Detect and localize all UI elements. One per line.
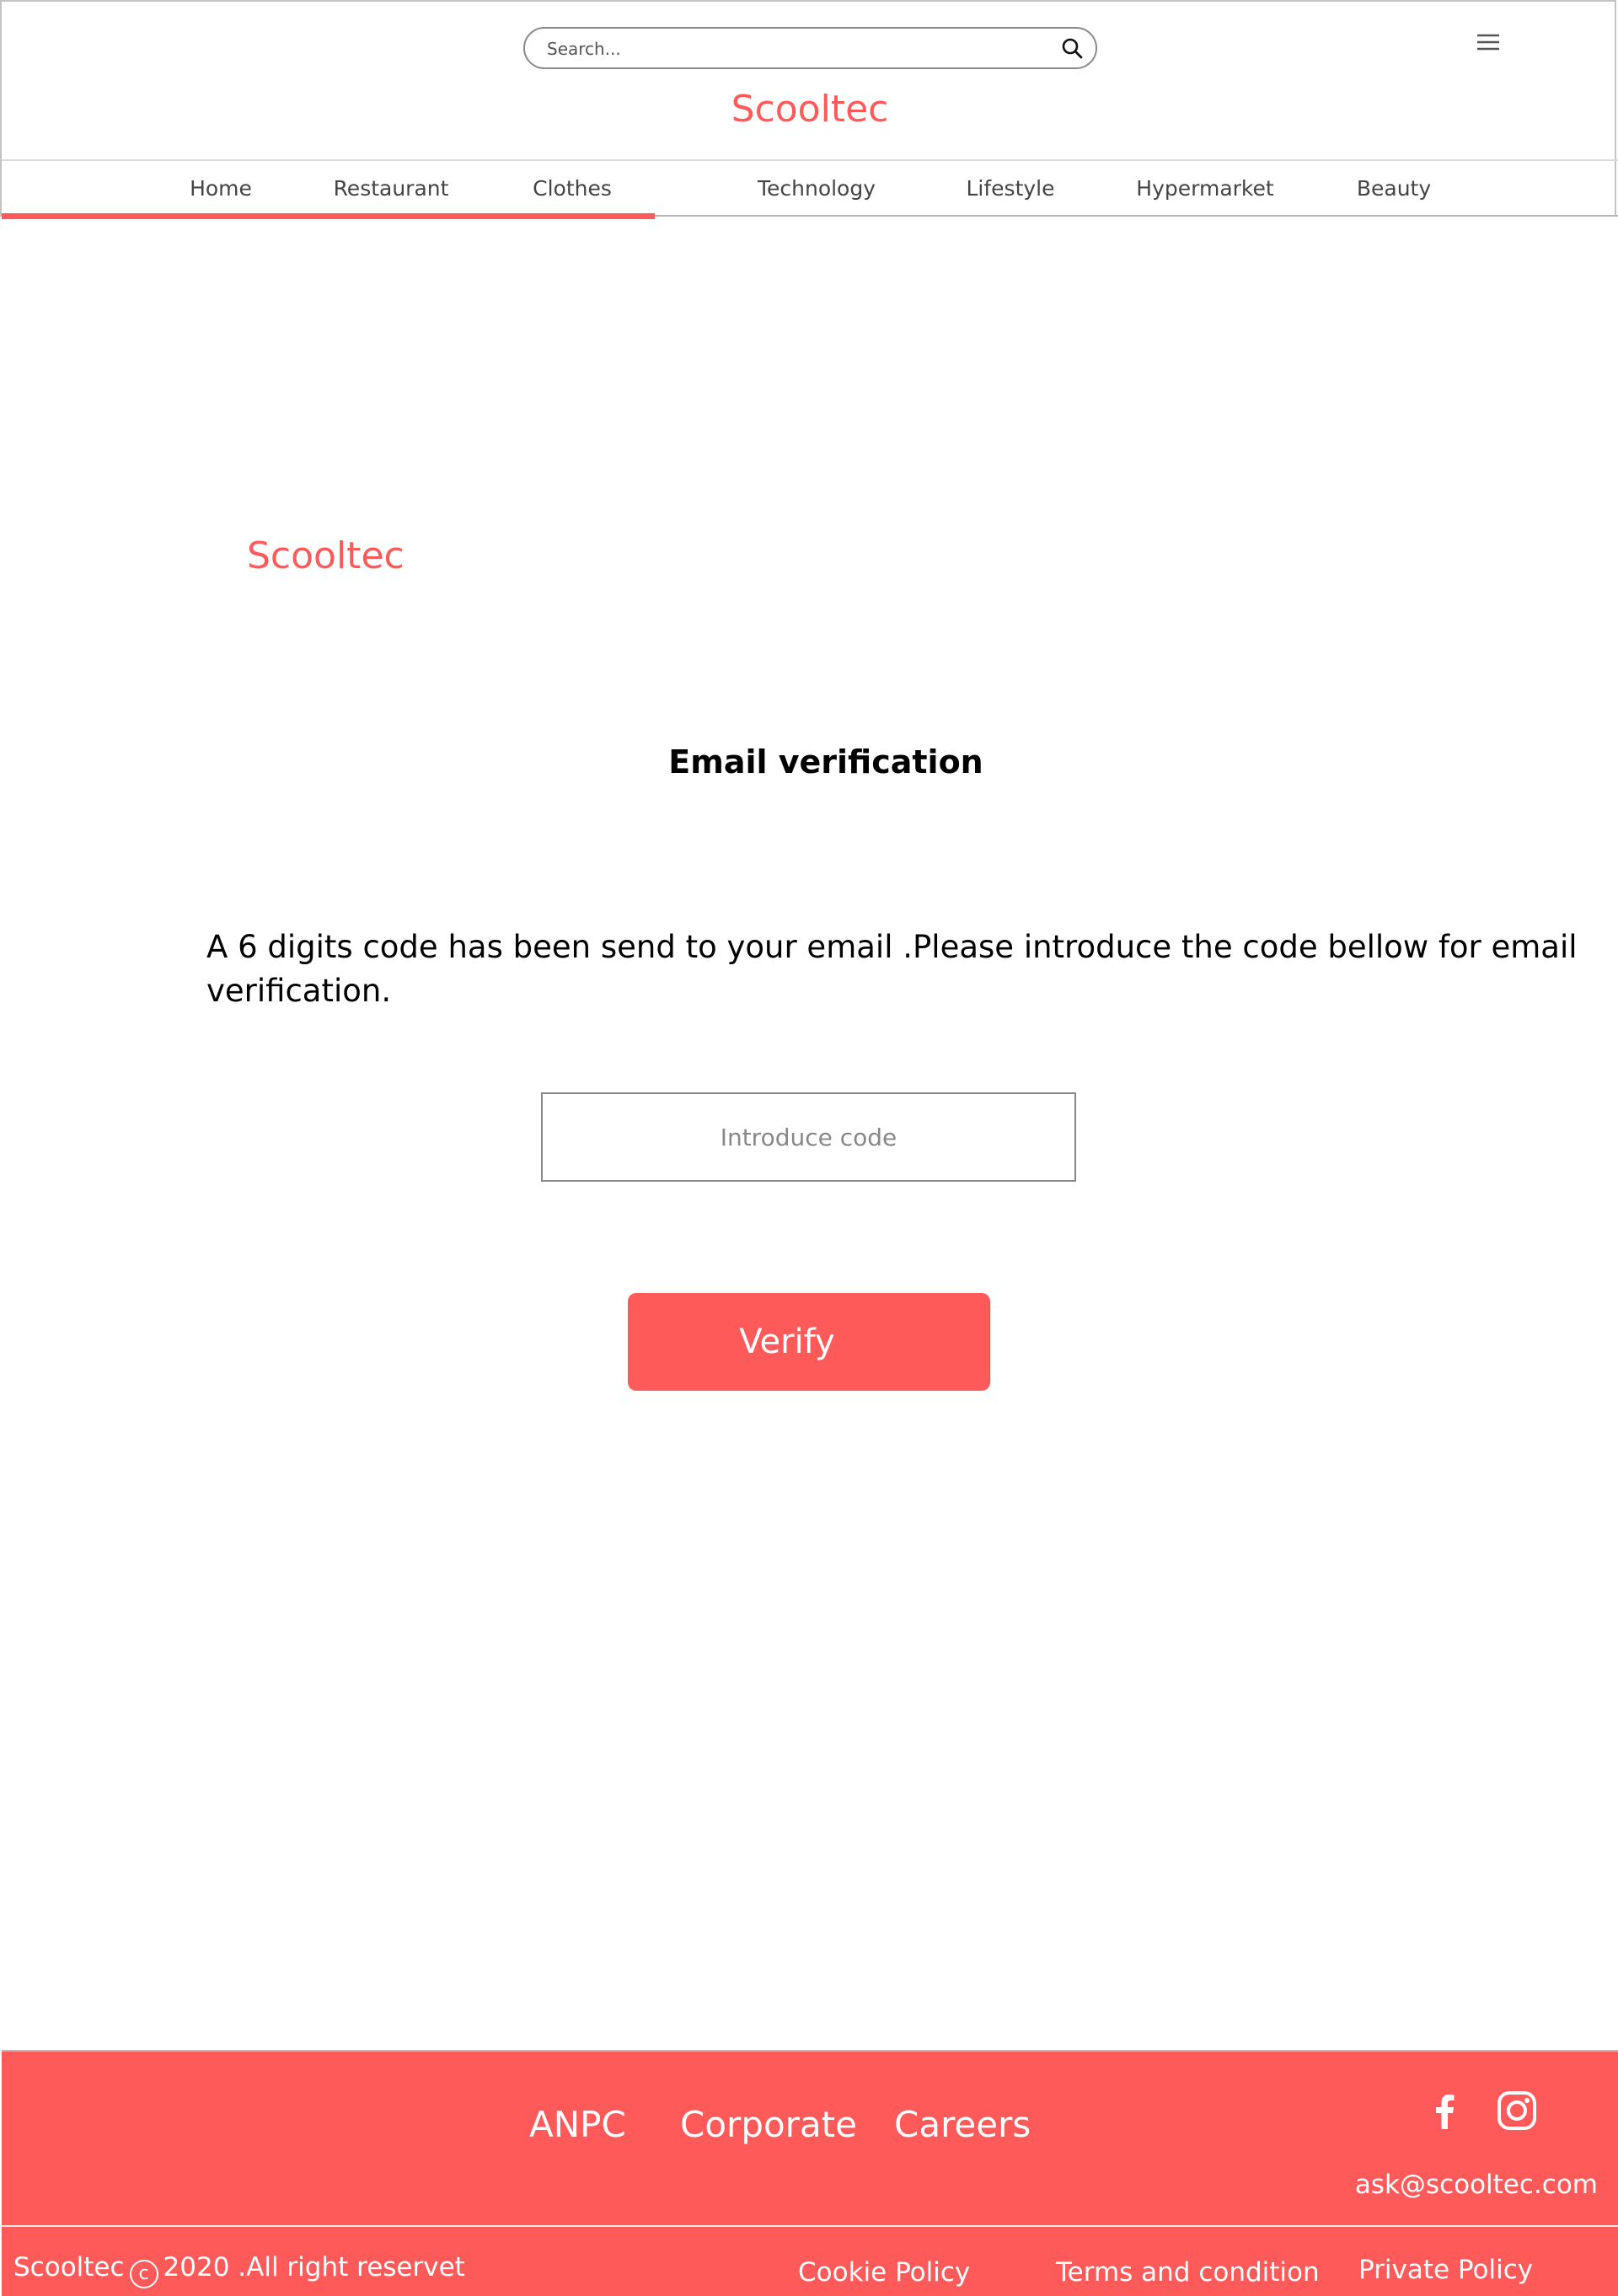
facebook-icon[interactable] [1433, 2094, 1456, 2129]
cookie-policy-link[interactable]: Cookie Policy [798, 2257, 970, 2288]
copyright-text: 2020 .All right reservet [163, 2252, 465, 2283]
copyright-symbol-icon: c [129, 2260, 158, 2288]
contact-email-link[interactable]: ask@scooltec.com [1355, 2170, 1598, 2200]
verification-code-input[interactable] [541, 1092, 1076, 1182]
copyright-brand: Scooltec [13, 2252, 125, 2283]
nav-item-restaurant[interactable]: Restaurant [334, 176, 449, 201]
site-logo-text[interactable]: Scooltec [2, 88, 1618, 131]
nav-item-technology[interactable]: Technology [758, 176, 876, 201]
copyright-notice: Scooltec c 2020 .All right reservet [13, 2252, 465, 2288]
private-policy-link[interactable]: Private Policy [1358, 2255, 1533, 2285]
verification-message: A 6 digits code has been send to your em… [206, 929, 1578, 1009]
nav-item-beauty[interactable]: Beauty [1357, 176, 1431, 201]
nav-active-indicator [2, 213, 655, 219]
site-header: Scooltec Home Restaurant Clothes Technol… [0, 0, 1618, 219]
nav-item-hypermarket[interactable]: Hypermarket [1136, 176, 1273, 201]
footer-link-corporate[interactable]: Corporate [680, 2104, 857, 2145]
nav-item-lifestyle[interactable]: Lifestyle [966, 176, 1054, 201]
nav-item-clothes[interactable]: Clothes [533, 176, 612, 201]
search-bar[interactable] [523, 27, 1097, 69]
terms-and-condition-link[interactable]: Terms and condition [1056, 2257, 1320, 2288]
search-input[interactable] [545, 29, 1046, 69]
footer-link-careers[interactable]: Careers [894, 2104, 1031, 2145]
site-footer: ANPC Corporate Careers ask@scooltec.com … [2, 2050, 1618, 2296]
instagram-icon[interactable] [1497, 2090, 1537, 2131]
hamburger-menu-icon[interactable] [1475, 30, 1502, 54]
footer-link-anpc[interactable]: ANPC [529, 2104, 626, 2145]
search-icon[interactable] [1061, 37, 1083, 59]
page-title: Email verification [668, 743, 983, 781]
nav-item-home[interactable]: Home [190, 176, 252, 201]
footer-divider [2, 2225, 1618, 2227]
page-logo-text: Scooltec [247, 534, 404, 577]
category-nav: Home Restaurant Clothes Technology Lifes… [2, 161, 1618, 217]
verify-button[interactable]: Verify [628, 1293, 990, 1391]
